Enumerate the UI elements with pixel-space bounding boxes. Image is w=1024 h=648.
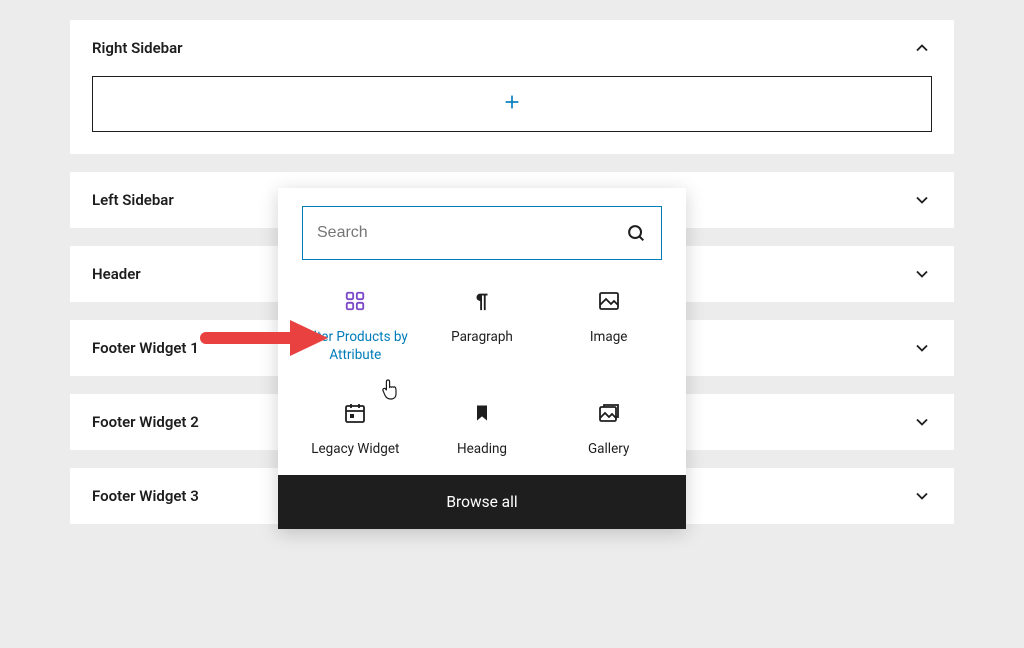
browse-all-button[interactable]: Browse all [278, 475, 686, 529]
block-grid: Filter Products by Attribute Paragraph I… [278, 268, 686, 465]
chevron-down-icon [912, 412, 932, 432]
block-gallery[interactable]: Gallery [545, 394, 672, 458]
gallery-icon [596, 400, 622, 426]
block-item-label: Heading [457, 440, 507, 458]
paragraph-icon [469, 288, 495, 314]
block-item-label: Filter Products by Attribute [296, 328, 415, 364]
chevron-down-icon [912, 264, 932, 284]
block-legacy-widget[interactable]: Legacy Widget [292, 394, 419, 458]
add-block-button[interactable] [92, 76, 932, 132]
block-filter-products-by-attribute[interactable]: Filter Products by Attribute [292, 282, 419, 364]
image-icon [596, 288, 622, 314]
calendar-icon [342, 400, 368, 426]
bookmark-icon [469, 400, 495, 426]
inserter-search [302, 206, 662, 260]
block-item-label: Paragraph [451, 328, 513, 346]
block-paragraph[interactable]: Paragraph [419, 282, 546, 364]
block-image[interactable]: Image [545, 282, 672, 364]
search-input[interactable] [317, 224, 625, 242]
widget-area-title: Header [92, 265, 141, 283]
widget-area-body [70, 76, 954, 154]
widget-area-title: Right Sidebar [92, 39, 183, 57]
chevron-down-icon [912, 190, 932, 210]
block-inserter-popover: Filter Products by Attribute Paragraph I… [278, 188, 686, 529]
widget-area-title: Footer Widget 1 [92, 339, 199, 357]
chevron-down-icon [912, 486, 932, 506]
widget-area-header[interactable]: Right Sidebar [70, 20, 954, 76]
block-item-label: Legacy Widget [311, 440, 399, 458]
plus-icon [501, 91, 523, 117]
chevron-down-icon [912, 338, 932, 358]
widget-area-title: Footer Widget 2 [92, 413, 199, 431]
search-icon [625, 222, 647, 244]
inserter-search-wrap [278, 188, 686, 268]
widget-area-right-sidebar: Right Sidebar [70, 20, 954, 154]
block-heading[interactable]: Heading [419, 394, 546, 458]
browse-all-label: Browse all [446, 493, 517, 511]
block-item-label: Image [590, 328, 628, 346]
widget-area-title: Left Sidebar [92, 191, 174, 209]
grid-icon [342, 288, 368, 314]
block-item-label: Gallery [588, 440, 629, 458]
chevron-up-icon [912, 38, 932, 58]
widget-area-title: Footer Widget 3 [92, 487, 199, 505]
